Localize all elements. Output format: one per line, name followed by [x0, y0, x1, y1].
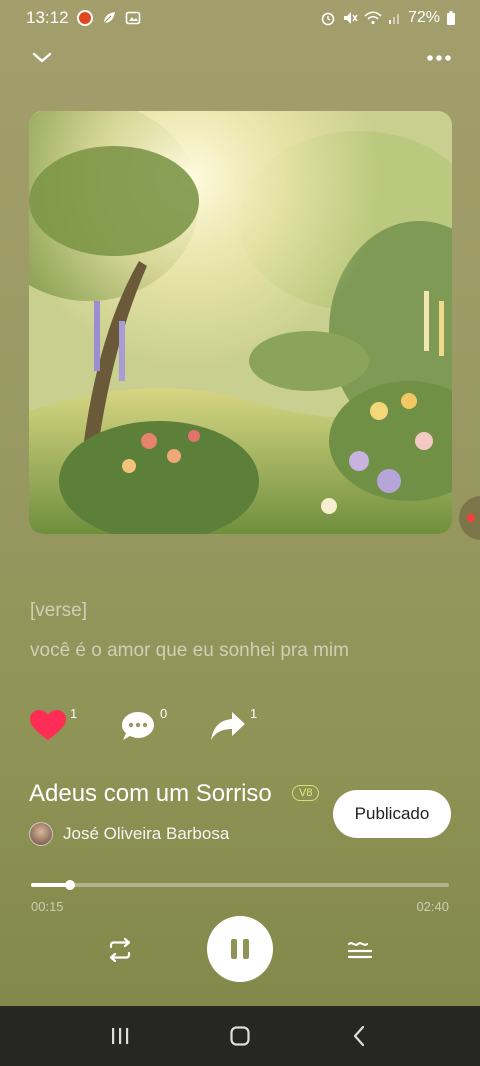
system-nav-bar [0, 1006, 480, 1066]
side-panel-handle[interactable] [459, 496, 480, 540]
battery-percent: 72% [407, 9, 440, 26]
lyrics-section-tag: [verse] [30, 600, 88, 621]
artist-row[interactable]: José Oliveira Barbosa [29, 821, 229, 847]
repeat-button[interactable] [104, 934, 136, 966]
like-button[interactable]: 1 [30, 706, 77, 742]
home-icon[interactable] [228, 1024, 252, 1048]
battery-icon [446, 10, 456, 26]
avatar [29, 822, 53, 846]
wifi-icon [364, 10, 382, 26]
player-controls [0, 916, 480, 984]
version-badge: V8 [292, 785, 320, 801]
playlist-icon [344, 934, 376, 966]
top-bar [0, 40, 480, 76]
total-time: 02:40 [416, 899, 449, 914]
playlist-button[interactable] [344, 934, 376, 966]
progress-thumb[interactable] [65, 880, 76, 890]
more-horizontal-icon[interactable] [426, 54, 452, 62]
lyrics-line: você é o amor que eu sonhei pra mim [30, 640, 349, 661]
status-time: 13:12 [26, 8, 69, 27]
progress-slider[interactable] [31, 880, 449, 890]
recent-apps-icon[interactable] [108, 1024, 132, 1048]
status-right: 72% [320, 9, 456, 27]
share-arrow-icon [210, 710, 246, 742]
mute-icon [342, 10, 358, 26]
song-title: Adeus com um Sorriso [29, 780, 272, 807]
record-dot-icon [467, 514, 475, 522]
gallery-icon [125, 10, 141, 26]
status-bar: 13:12 72% [0, 0, 480, 36]
alarm-icon [320, 10, 336, 26]
comment-count: 0 [160, 706, 168, 721]
published-button[interactable]: Publicado [333, 790, 451, 838]
pause-button[interactable] [207, 916, 273, 982]
action-row: 1 0 1 [30, 704, 257, 748]
status-left: 13:12 [26, 8, 141, 28]
heart-icon [30, 710, 66, 742]
share-button[interactable]: 1 [210, 706, 257, 742]
signal-icon [388, 10, 402, 26]
share-count: 1 [250, 706, 258, 721]
comment-icon [120, 710, 156, 742]
pause-icon [229, 937, 251, 961]
album-artwork [29, 111, 452, 534]
current-time: 00:15 [31, 899, 64, 914]
like-count: 1 [70, 706, 78, 721]
leaf-icon [101, 10, 117, 26]
repeat-icon [104, 934, 136, 966]
back-icon[interactable] [348, 1024, 372, 1048]
artist-name: José Oliveira Barbosa [63, 824, 230, 843]
comment-button[interactable]: 0 [120, 706, 167, 742]
chevron-down-icon[interactable] [30, 46, 54, 70]
app-notification-icon [76, 10, 93, 26]
